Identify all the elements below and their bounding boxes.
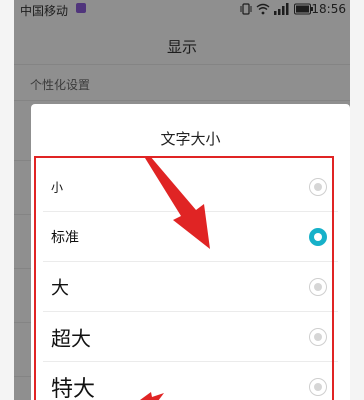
- option-label: 大: [51, 278, 69, 299]
- page: 中国移动 18:56 显示 个性化设置 文字大小 小 标准 大 超大 特大: [0, 0, 364, 400]
- radio-unselected-icon[interactable]: [309, 278, 327, 296]
- radio-unselected-icon[interactable]: [309, 378, 327, 396]
- radio-unselected-icon[interactable]: [309, 328, 327, 346]
- option-huge[interactable]: 特大: [31, 362, 350, 400]
- font-size-options: 小 标准 大 超大 特大: [31, 162, 350, 400]
- radio-unselected-icon[interactable]: [309, 178, 327, 196]
- font-size-dialog: 文字大小 小 标准 大 超大 特大: [31, 104, 350, 400]
- right-edge: [350, 0, 364, 400]
- left-edge: [0, 0, 14, 400]
- dialog-title: 文字大小: [160, 130, 221, 148]
- option-standard[interactable]: 标准: [31, 212, 350, 262]
- option-extra-large[interactable]: 超大: [31, 312, 350, 362]
- option-large[interactable]: 大: [31, 262, 350, 312]
- option-label: 特大: [51, 377, 96, 400]
- radio-selected-icon[interactable]: [309, 228, 327, 246]
- option-label: 小: [51, 180, 64, 195]
- option-small[interactable]: 小: [31, 162, 350, 212]
- option-label: 标准: [51, 230, 79, 246]
- option-label: 超大: [51, 326, 91, 351]
